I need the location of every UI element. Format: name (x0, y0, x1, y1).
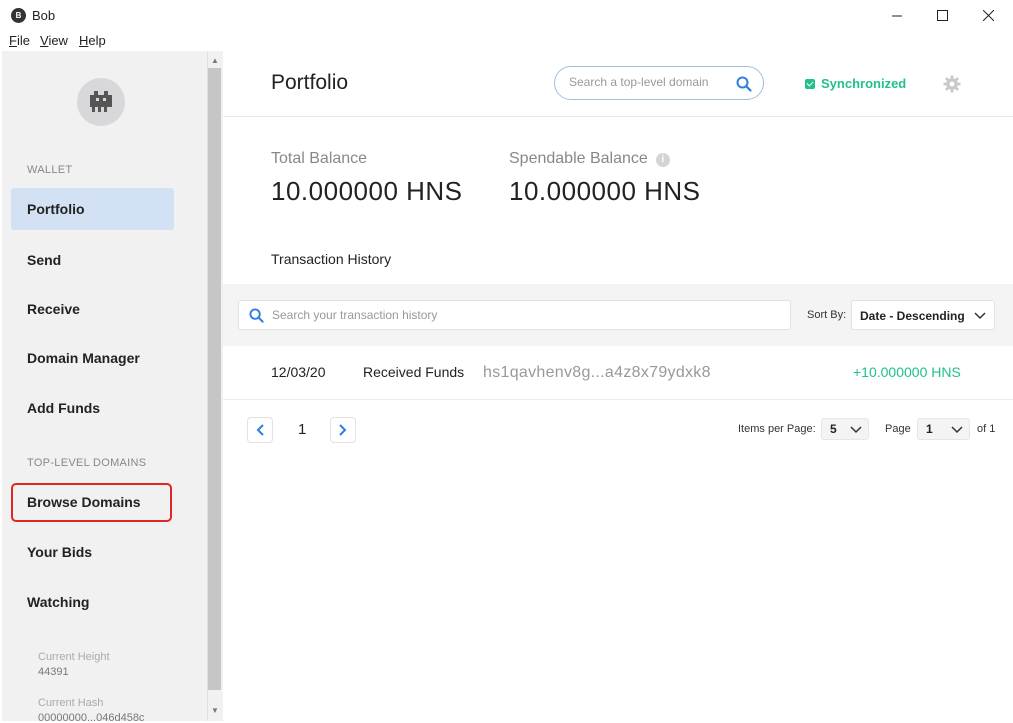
current-height-value: 44391 (38, 666, 69, 678)
wallet-section-title: WALLET (27, 164, 73, 176)
gear-icon[interactable] (943, 75, 961, 93)
tld-section-title: TOP-LEVEL DOMAINS (27, 457, 147, 469)
checkbox-check-icon (805, 78, 815, 89)
window-title: Bob (32, 8, 56, 23)
items-per-page-select[interactable]: 5 (821, 418, 869, 440)
spendable-balance-label-group: Spendable Balance i (509, 150, 670, 168)
items-per-page-label: Items per Page: (738, 423, 816, 435)
chevron-down-icon (974, 312, 986, 320)
sidebar-item-send[interactable]: Send (11, 239, 174, 281)
sidebar-item-browse-domains[interactable]: Browse Domains (11, 483, 172, 522)
close-button[interactable] (965, 0, 1011, 31)
spendable-balance-value: 10.000000 HNS (509, 176, 701, 206)
chevron-down-icon (850, 426, 862, 434)
menu-bar: File View Help (0, 31, 1013, 51)
current-hash-value: 00000000...046d458c (38, 712, 145, 723)
spendable-balance-label: Spendable Balance (509, 150, 648, 167)
minimize-button[interactable] (874, 0, 920, 31)
header-divider (223, 116, 1013, 117)
transaction-search-input[interactable] (272, 308, 772, 322)
sidebar-item-portfolio[interactable]: Portfolio (11, 188, 174, 230)
maximize-icon (936, 10, 948, 21)
domain-search-input[interactable] (569, 75, 729, 89)
menu-file[interactable]: File (9, 33, 30, 48)
sidebar-item-watching[interactable]: Watching (11, 581, 174, 623)
page-select-value: 1 (926, 422, 933, 436)
chevron-left-icon (256, 424, 264, 436)
sidebar: WALLET Portfolio Send Receive Domain Man… (2, 51, 208, 723)
sync-status: Synchronized (805, 76, 906, 91)
search-icon (249, 308, 264, 323)
total-pages-label: of 1 (977, 423, 996, 435)
page-title: Portfolio (271, 71, 349, 94)
current-hash-label: Current Hash (38, 697, 104, 709)
current-page-number: 1 (298, 421, 307, 438)
sort-by-select[interactable]: Date - Descending (851, 300, 995, 330)
menu-view[interactable]: View (40, 33, 68, 48)
scroll-down-icon[interactable]: ▼ (208, 704, 222, 718)
sync-status-text: Synchronized (821, 76, 907, 91)
transaction-amount: +10.000000 HNS (853, 364, 961, 380)
minimize-icon (891, 15, 902, 17)
page-select[interactable]: 1 (917, 418, 970, 440)
items-per-page-value: 5 (830, 422, 837, 436)
table-row[interactable]: 12/03/20 Received Funds hs1qavhenv8g...a… (223, 346, 1013, 400)
chevron-down-icon (951, 426, 963, 434)
scroll-up-icon[interactable]: ▲ (208, 54, 222, 68)
domain-search-box[interactable] (554, 66, 764, 100)
close-icon (982, 10, 994, 21)
transaction-type: Received Funds (363, 364, 465, 380)
transaction-address: hs1qavhenv8g...a4z8x79ydxk8 (483, 364, 711, 381)
wallet-avatar (77, 78, 125, 126)
sort-by-label: Sort By: (807, 309, 847, 321)
sidebar-item-your-bids[interactable]: Your Bids (11, 531, 174, 573)
sidebar-item-receive[interactable]: Receive (11, 288, 174, 330)
transaction-filter-bar: Sort By: Date - Descending (223, 284, 1013, 346)
sidebar-item-add-funds[interactable]: Add Funds (11, 387, 174, 429)
sidebar-item-domain-manager[interactable]: Domain Manager (11, 337, 174, 379)
main-content: Portfolio Synchronized Total Balance 10.… (223, 51, 1013, 723)
maximize-button[interactable] (919, 0, 965, 31)
sort-by-value: Date - Descending (860, 309, 965, 323)
total-balance-label: Total Balance (271, 150, 368, 167)
current-height-label: Current Height (38, 651, 110, 663)
transaction-search-box[interactable] (238, 300, 791, 330)
page-select-label: Page (885, 423, 911, 435)
transaction-history-heading: Transaction History (271, 251, 392, 267)
menu-help[interactable]: Help (79, 33, 106, 48)
handshake-logo-icon (90, 91, 112, 112)
search-icon[interactable] (736, 76, 752, 92)
bob-app-icon: B (11, 8, 26, 23)
transaction-date: 12/03/20 (271, 364, 326, 380)
title-bar: B Bob (0, 0, 1013, 31)
info-icon[interactable]: i (655, 153, 670, 167)
scrollbar-thumb[interactable] (208, 68, 221, 690)
total-balance-value: 10.000000 HNS (271, 176, 463, 206)
chevron-right-icon (339, 424, 347, 436)
next-page-button[interactable] (330, 417, 356, 443)
previous-page-button[interactable] (247, 417, 273, 443)
